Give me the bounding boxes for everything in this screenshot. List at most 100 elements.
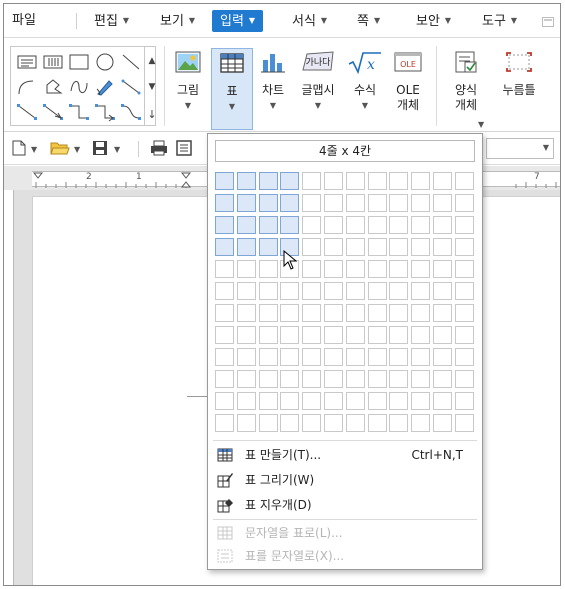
table-size-cell[interactable] [367, 348, 387, 366]
table-size-cell[interactable] [302, 304, 322, 322]
table-size-cell[interactable] [389, 370, 409, 388]
table-size-cell[interactable] [433, 304, 452, 322]
table-size-cell[interactable] [258, 282, 278, 300]
table-size-cell[interactable] [389, 194, 409, 212]
table-size-cell[interactable] [258, 238, 278, 256]
picture-button[interactable]: 그림 ▼ [170, 50, 206, 110]
table-size-cell[interactable] [433, 260, 452, 278]
table-size-cell[interactable] [280, 348, 300, 366]
menu-item-table-eraser[interactable]: 표 지우개(D) [217, 494, 475, 516]
rectangle-shape-icon[interactable] [67, 52, 91, 72]
table-size-cell[interactable] [215, 414, 234, 432]
table-size-cell[interactable] [433, 326, 452, 344]
table-size-cell[interactable] [258, 392, 278, 410]
table-size-cell[interactable] [236, 216, 256, 234]
arc-shape-icon[interactable] [15, 77, 39, 97]
table-size-cell[interactable] [258, 348, 278, 366]
table-size-cell[interactable] [236, 194, 256, 212]
menu-tools[interactable]: 도구 ▼ [478, 10, 521, 32]
save-icon[interactable] [92, 140, 108, 159]
table-button[interactable]: 표 ▼ [211, 48, 253, 130]
table-size-cell[interactable] [324, 326, 343, 344]
table-size-cell[interactable] [389, 216, 409, 234]
menu-page[interactable]: 쪽 ▼ [353, 10, 384, 32]
table-size-cell[interactable] [411, 260, 431, 278]
table-size-cell[interactable] [280, 194, 300, 212]
table-size-cell[interactable] [345, 392, 365, 410]
table-size-cell[interactable] [367, 282, 387, 300]
table-size-cell[interactable] [215, 216, 234, 234]
wordart-button[interactable]: 가나다 글맵시 ▼ [298, 50, 338, 110]
table-size-cell[interactable] [324, 392, 343, 410]
scroll-down-icon[interactable]: ▼ [145, 82, 159, 92]
table-size-cell[interactable] [367, 326, 387, 344]
table-size-cell[interactable] [389, 304, 409, 322]
table-size-cell[interactable] [236, 326, 256, 344]
table-size-cell[interactable] [280, 392, 300, 410]
table-size-cell[interactable] [236, 260, 256, 278]
table-size-cell[interactable] [367, 392, 387, 410]
table-size-cell[interactable] [302, 216, 322, 234]
chevron-down-icon[interactable]: ▼ [74, 145, 80, 154]
connector-curve-icon[interactable] [119, 102, 143, 122]
table-size-cell[interactable] [367, 238, 387, 256]
table-size-cell[interactable] [345, 216, 365, 234]
ellipse-shape-icon[interactable] [93, 52, 117, 72]
table-size-cell[interactable] [324, 370, 343, 388]
table-size-cell[interactable] [367, 370, 387, 388]
table-size-cell[interactable] [258, 260, 278, 278]
menu-format[interactable]: 서식 ▼ [288, 10, 331, 32]
table-size-cell[interactable] [324, 304, 343, 322]
table-size-cell[interactable] [236, 348, 256, 366]
menu-file[interactable]: 파일 [8, 10, 40, 32]
connector-elbow-arrow-icon[interactable] [93, 102, 117, 122]
table-size-cell[interactable] [345, 414, 365, 432]
table-size-cell[interactable] [215, 370, 234, 388]
table-size-cell[interactable] [280, 172, 300, 190]
table-size-cell[interactable] [433, 172, 452, 190]
table-size-cell[interactable] [433, 370, 452, 388]
table-size-cell[interactable] [345, 172, 365, 190]
table-size-cell[interactable] [389, 348, 409, 366]
table-size-cell[interactable] [345, 282, 365, 300]
table-size-cell[interactable] [454, 172, 474, 190]
table-size-cell[interactable] [411, 370, 431, 388]
table-size-cell[interactable] [215, 326, 234, 344]
text-box-shape-icon[interactable] [15, 52, 39, 72]
table-size-cell[interactable] [454, 216, 474, 234]
table-size-cell[interactable] [345, 326, 365, 344]
table-size-cell[interactable] [236, 172, 256, 190]
table-size-cell[interactable] [324, 348, 343, 366]
gallery-expand-icon[interactable]: ↓ [145, 108, 159, 121]
table-size-cell[interactable] [215, 194, 234, 212]
table-size-cell[interactable] [454, 414, 474, 432]
table-size-cell[interactable] [324, 260, 343, 278]
table-size-cell[interactable] [389, 392, 409, 410]
table-size-cell[interactable] [302, 326, 322, 344]
polygon-shape-icon[interactable] [41, 77, 65, 97]
table-size-cell[interactable] [236, 392, 256, 410]
table-size-cell[interactable] [215, 282, 234, 300]
table-size-cell[interactable] [258, 304, 278, 322]
table-size-cell[interactable] [411, 348, 431, 366]
table-size-cell[interactable] [411, 194, 431, 212]
table-size-cell[interactable] [302, 370, 322, 388]
table-size-cell[interactable] [411, 414, 431, 432]
table-size-cell[interactable] [345, 304, 365, 322]
table-size-cell[interactable] [454, 238, 474, 256]
table-size-cell[interactable] [367, 304, 387, 322]
shapes-gallery-scrollbar[interactable]: ▲ ▼ ↓ [144, 46, 158, 126]
table-size-cell[interactable] [258, 326, 278, 344]
table-size-cell[interactable] [411, 172, 431, 190]
table-size-cell[interactable] [324, 194, 343, 212]
table-size-cell[interactable] [433, 414, 452, 432]
table-size-cell[interactable] [302, 414, 322, 432]
table-size-cell[interactable] [236, 238, 256, 256]
freeform-line-shape-icon[interactable] [119, 77, 143, 97]
table-size-cell[interactable] [302, 282, 322, 300]
table-size-cell[interactable] [367, 260, 387, 278]
table-size-cell[interactable] [411, 326, 431, 344]
menu-edit[interactable]: 편집 ▼ [90, 10, 133, 32]
push-button-field-button[interactable]: 누름틀 [498, 50, 540, 98]
menu-insert[interactable]: 입력 ▼ [212, 10, 264, 32]
